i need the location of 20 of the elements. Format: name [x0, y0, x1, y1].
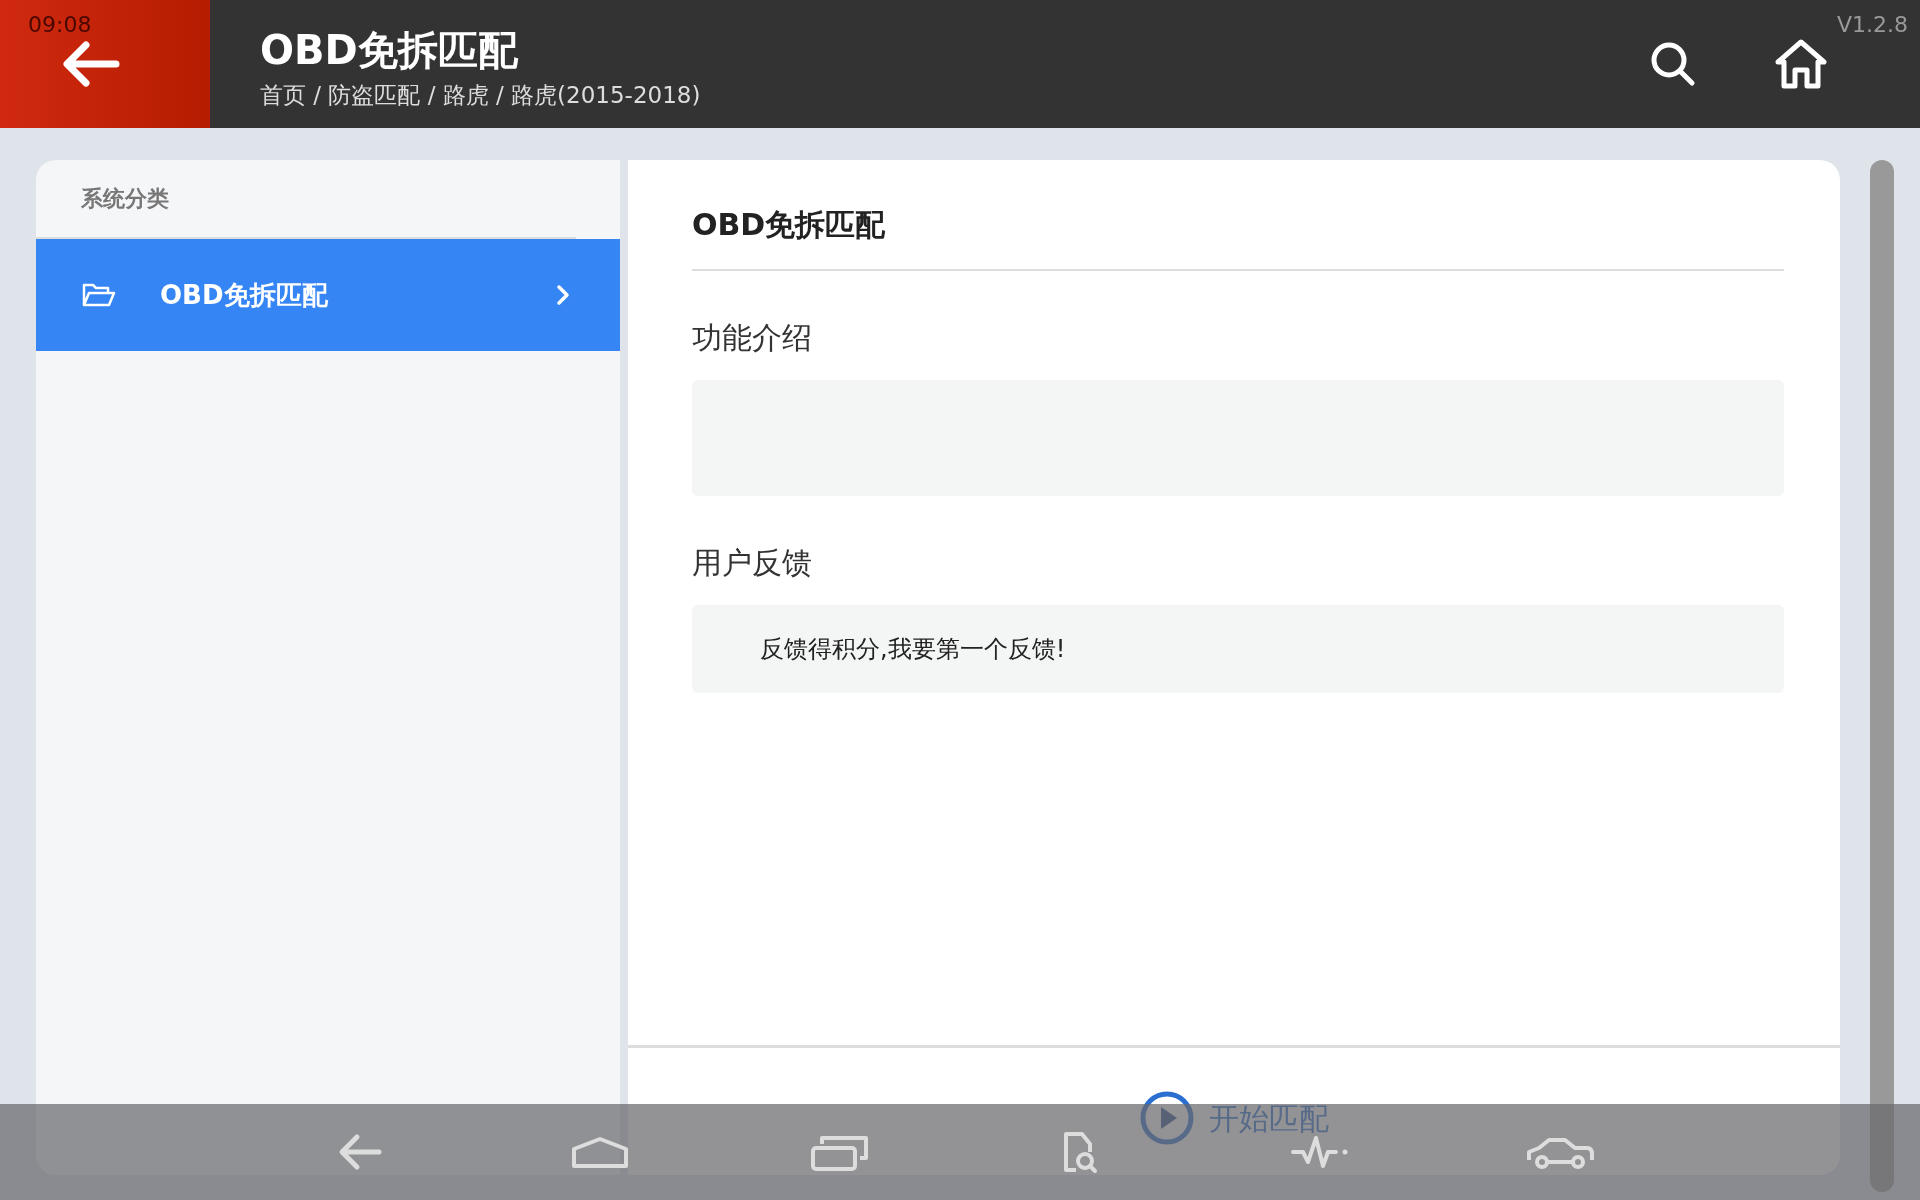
version-label: V1.2.8: [1836, 11, 1908, 39]
chevron-right-icon: [556, 284, 570, 306]
pulse-icon: [1290, 1134, 1350, 1170]
back-arrow-icon: [337, 1132, 383, 1172]
status-time: 09:08: [28, 11, 92, 39]
content-title: OBD免拆匹配: [692, 160, 1784, 271]
back-arrow-icon: [60, 39, 120, 89]
back-button[interactable]: 09:08: [0, 0, 210, 128]
section-heading: 用户反馈: [692, 544, 813, 582]
folder-icon: [82, 282, 116, 308]
breadcrumb: 首页 / 防盗匹配 / 路虎 / 路虎(2015-2018): [260, 81, 702, 110]
search-button[interactable]: [1650, 41, 1696, 87]
home-icon: [1774, 38, 1828, 90]
sidebar-item[interactable]: OBD免拆匹配: [36, 239, 620, 351]
section-heading: 功能介绍: [692, 319, 813, 357]
page-title: OBD免拆匹配: [260, 28, 519, 72]
home-outline-icon: [570, 1135, 630, 1169]
search-icon: [1650, 41, 1696, 87]
home-button[interactable]: [1774, 38, 1828, 90]
feedback-prompt[interactable]: 反馈得积分,我要第一个反馈!: [692, 605, 1784, 693]
